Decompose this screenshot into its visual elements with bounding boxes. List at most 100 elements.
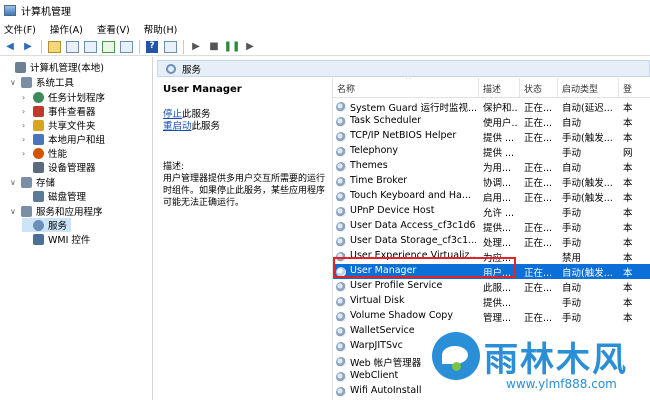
menu-bar: 文件(F) 操作(A) 查看(V) 帮助(H) [0, 20, 650, 38]
cell-logon: 本 [623, 208, 633, 219]
table-row[interactable]: System Guard 运行时监视... 保护和... 正在... 自动(延迟...… [333, 99, 650, 114]
tree-item-storage[interactable]: ∨ 存储 [10, 175, 55, 189]
cell-description: 提供 ... [483, 133, 515, 144]
tree-item-label: 磁盘管理 [48, 192, 87, 203]
service-gear-icon [336, 387, 346, 397]
cell-startup-type: 自动(触发... [562, 268, 613, 279]
cell-name: Time Broker [350, 175, 408, 186]
table-row[interactable]: UPnP Device Host 允许 ... 手动 本 [333, 204, 650, 219]
toolbar-separator [139, 39, 140, 54]
cell-logon: 本 [623, 268, 633, 279]
column-divider[interactable] [618, 78, 619, 98]
table-row[interactable]: User Experience Virtualiz... 为应... 禁用 本 [333, 249, 650, 264]
service-gear-icon [336, 132, 346, 142]
service-gear-icon [336, 177, 346, 187]
table-row[interactable]: User Profile Service 此服... 正在... 自动 本 [333, 279, 650, 294]
cell-startup-type: 自动 [562, 163, 582, 174]
stop-link-suffix: 此服务 [182, 109, 211, 120]
tree-item-services[interactable]: 服务 [22, 218, 72, 232]
tree-item-system-tools[interactable]: ∨ 系统工具 [10, 75, 74, 89]
folder-up-icon[interactable] [47, 40, 61, 54]
tree-item-wmi-control[interactable]: WMI 控件 [22, 232, 90, 246]
cell-logon: 本 [623, 133, 633, 144]
column-divider[interactable] [557, 78, 558, 98]
table-row[interactable]: Touch Keyboard and Ha... 启用... 正在... 手动(触发.… [333, 189, 650, 204]
cell-logon: 本 [623, 103, 633, 114]
cell-description: 用户... [483, 268, 512, 279]
cell-name: Touch Keyboard and Ha... [350, 190, 471, 201]
refresh-icon[interactable] [101, 40, 115, 54]
toolbar-separator [41, 39, 42, 54]
cell-logon: 本 [623, 223, 633, 234]
cell-logon: 本 [623, 238, 633, 249]
stop-service-link[interactable]: 停止 [163, 109, 182, 120]
cell-description: 为用... [483, 163, 512, 174]
help-icon[interactable]: ? [145, 40, 159, 54]
tree-item-disk-management[interactable]: 磁盘管理 [22, 189, 86, 203]
table-row[interactable]: Themes 为用... 正在... 自动 本 [333, 159, 650, 174]
column-header-logon[interactable]: 登 [623, 82, 632, 95]
cell-status: 正在... [524, 178, 553, 189]
restart-service-icon[interactable]: ▶ [243, 40, 257, 54]
cell-status: 正在... [524, 133, 553, 144]
cell-status: 正在... [524, 283, 553, 294]
restart-service-link[interactable]: 重启动 [163, 121, 192, 132]
column-header-status[interactable]: 状态 [524, 82, 542, 95]
stop-service-icon[interactable]: ■ [207, 40, 221, 54]
storage-icon [21, 176, 32, 188]
column-divider[interactable] [519, 78, 520, 98]
cell-name: TCP/IP NetBIOS Helper [350, 130, 457, 141]
start-service-icon[interactable]: ▶ [189, 40, 203, 54]
service-name-title: User Manager [163, 84, 242, 95]
description-label: 描述: [163, 162, 185, 172]
expand-arrow-icon: › [22, 106, 26, 116]
column-header-startup-type[interactable]: 启动类型 [562, 82, 598, 95]
menu-view[interactable]: 查看(V) [97, 22, 130, 36]
cell-startup-type: 手动 [562, 223, 582, 234]
table-row[interactable]: Virtual Disk 提供... 手动 本 [333, 294, 650, 309]
cell-logon: 本 [623, 118, 633, 129]
export-list-icon[interactable] [119, 40, 133, 54]
forward-arrow-icon[interactable]: ▶ [21, 40, 35, 54]
column-header-name[interactable]: 名称 [337, 82, 355, 95]
cell-name: Task Scheduler [350, 115, 422, 126]
tree-item-performance[interactable]: › 性能 [22, 146, 67, 160]
wmi-icon [33, 233, 44, 245]
back-arrow-icon[interactable]: ◀ [3, 40, 17, 54]
table-row[interactable]: User Manager 用户... 正在... 自动(触发... 本 [333, 264, 650, 279]
table-row[interactable]: User Data Storage_cf3c1... 处理... 正在... 手动 本 [333, 234, 650, 249]
tree-item-label: 设备管理器 [48, 163, 96, 174]
column-divider[interactable] [478, 78, 479, 98]
menu-file[interactable]: 文件(F) [4, 22, 36, 36]
column-header-description[interactable]: 描述 [483, 82, 501, 95]
tree-item-local-users-groups[interactable]: › 本地用户和组 [22, 132, 105, 146]
cell-startup-type: 手动(触发... [562, 178, 613, 189]
service-gear-icon [336, 102, 346, 112]
table-row[interactable]: User Data Access_cf3c1d6 提供... 正在... 手动 本 [333, 219, 650, 234]
tree-item-task-scheduler[interactable]: › 任务计划程序 [22, 90, 105, 104]
pause-service-icon[interactable]: ❚❚ [224, 40, 241, 54]
table-row[interactable]: Task Scheduler 使用户... 正在... 自动 本 [333, 114, 650, 129]
show-hide-tree-icon[interactable] [65, 40, 79, 54]
table-row[interactable]: Telephony 提供 ... 手动 网 [333, 144, 650, 159]
table-row[interactable]: Volume Shadow Copy 管理... 正在... 手动 本 [333, 309, 650, 324]
cell-name: Themes [350, 160, 388, 171]
tree-item-shared-folders[interactable]: › 共享文件夹 [22, 118, 96, 132]
cell-status: 正在... [524, 223, 553, 234]
console-icon[interactable] [163, 40, 177, 54]
menu-help[interactable]: 帮助(H) [144, 22, 178, 36]
table-row[interactable]: TCP/IP NetBIOS Helper 提供 ... 正在... 手动(触发...… [333, 129, 650, 144]
cell-logon: 本 [623, 283, 633, 294]
tree-item-event-viewer[interactable]: › 事件查看器 [22, 104, 96, 118]
cell-startup-type: 手动(触发... [562, 133, 613, 144]
tree-item-device-manager[interactable]: 设备管理器 [22, 160, 96, 174]
tree-item-services-applications[interactable]: ∨ 服务和应用程序 [10, 204, 103, 218]
tree-item-computer-management[interactable]: 计算机管理(本地) [4, 60, 104, 74]
cell-logon: 网 [623, 148, 633, 159]
search-icon [166, 63, 176, 74]
restart-link-suffix: 此服务 [191, 121, 221, 132]
cell-name: Telephony [350, 145, 399, 156]
properties-icon[interactable] [83, 40, 97, 54]
menu-action[interactable]: 操作(A) [50, 22, 83, 36]
table-row[interactable]: Time Broker 协调... 正在... 手动(触发... 本 [333, 174, 650, 189]
